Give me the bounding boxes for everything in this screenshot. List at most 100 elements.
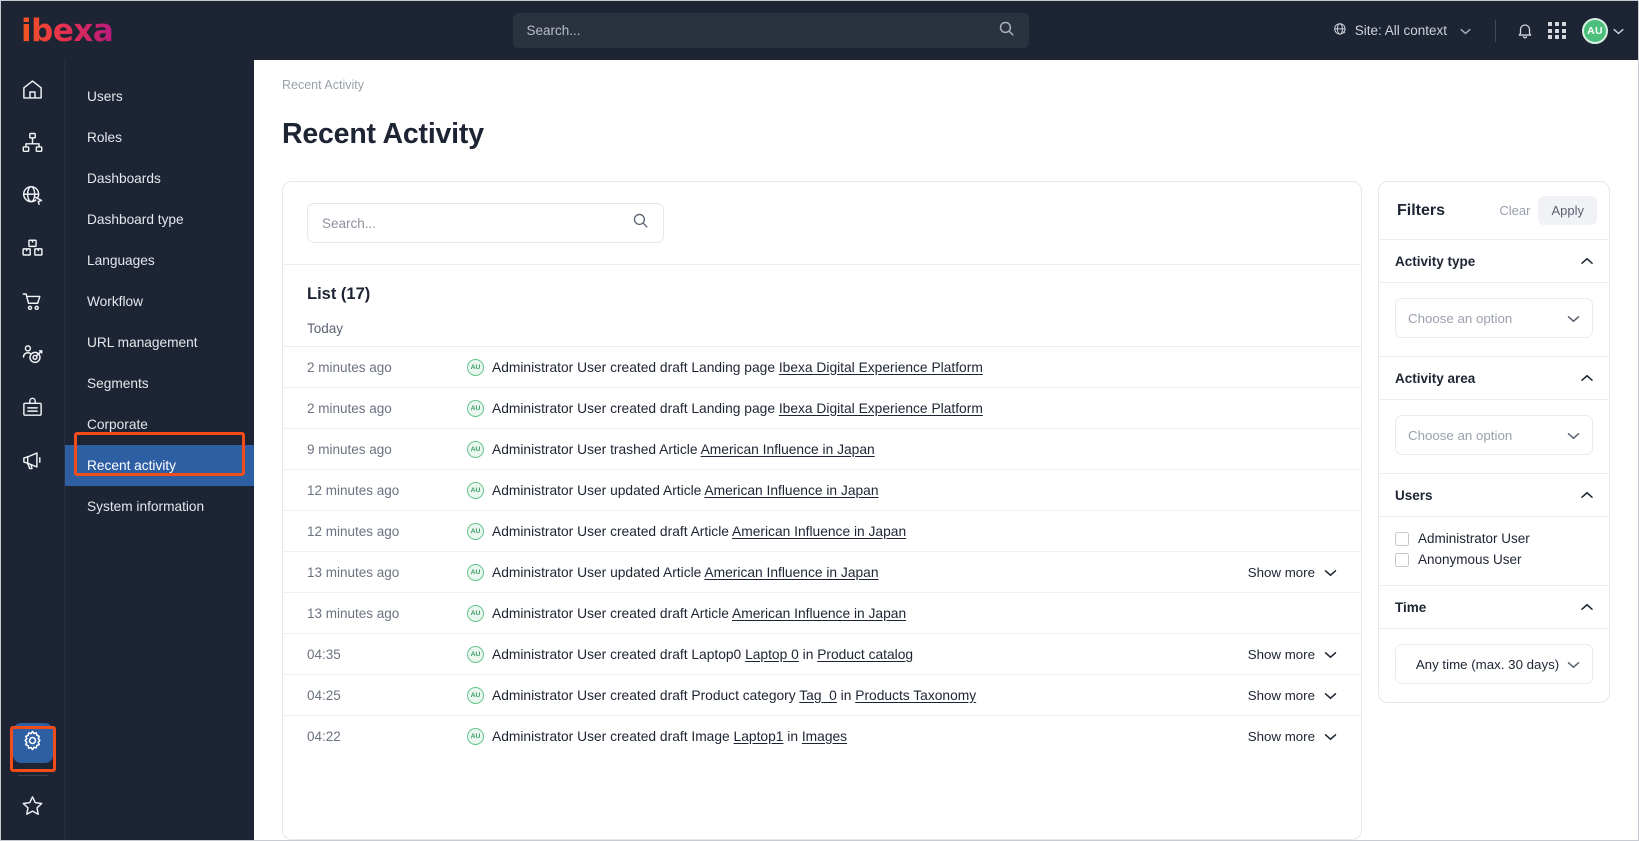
activity-link-secondary[interactable]: Products Taxonomy xyxy=(855,688,976,703)
subnav-item-recent-activity[interactable]: Recent activity xyxy=(65,445,254,486)
subnav-item-7[interactable]: Segments xyxy=(65,363,254,404)
activity-link-primary[interactable]: American Influence in Japan xyxy=(704,483,878,498)
sidebar-item-campaigns[interactable] xyxy=(13,443,53,483)
show-more-button[interactable]: Show more xyxy=(1232,647,1337,662)
time-range-select[interactable]: Any time (max. 30 days) xyxy=(1395,644,1593,684)
subnav-item-5[interactable]: Workflow xyxy=(65,281,254,322)
sitemap-icon xyxy=(21,131,44,159)
settings-gear-icon xyxy=(21,729,44,757)
clear-filters-button[interactable]: Clear xyxy=(1499,203,1530,218)
checkbox-icon[interactable] xyxy=(1395,552,1409,567)
sidebar-item-bookmarks[interactable] xyxy=(13,788,53,828)
activity-search-input[interactable]: Search... xyxy=(307,203,664,243)
table-row: 04:35 AU Administrator User created draft … xyxy=(283,633,1361,674)
activity-text: Administrator User created draft Laptop0 xyxy=(492,646,746,662)
brand-logo[interactable]: ibexa xyxy=(1,13,253,49)
activity-link-primary[interactable]: American Influence in Japan xyxy=(732,524,906,539)
activity-description: Administrator User updated Article Ameri… xyxy=(492,483,1337,498)
logo-text: ibexa xyxy=(21,12,114,49)
activity-link-primary[interactable]: Tag_0 xyxy=(799,688,837,703)
user-checkbox-administrator-user[interactable]: Administrator User xyxy=(1395,531,1593,546)
chevron-down-icon xyxy=(1460,23,1471,38)
activity-link-primary[interactable]: American Influence in Japan xyxy=(704,565,878,580)
subnav-item-6[interactable]: URL management xyxy=(65,322,254,363)
filters-title: Filters xyxy=(1397,201,1446,219)
activity-link-primary[interactable]: Ibexa Digital Experience Platform xyxy=(779,401,983,416)
show-more-button[interactable]: Show more xyxy=(1232,688,1337,703)
show-more-button[interactable]: Show more xyxy=(1232,565,1337,580)
activity-description: Administrator User updated Article Ameri… xyxy=(492,565,1232,580)
show-more-button[interactable]: Show more xyxy=(1232,729,1337,744)
sidebar-item-admin[interactable] xyxy=(12,723,53,763)
table-row: 9 minutes ago AU Administrator User trashe… xyxy=(283,428,1361,469)
activity-text: Administrator User trashed Article xyxy=(492,441,701,457)
subnav-item-1[interactable]: Roles xyxy=(65,117,254,158)
sidebar-item-customers[interactable] xyxy=(13,390,53,430)
avatar: AU xyxy=(1582,17,1608,44)
chevron-down-icon xyxy=(1324,647,1337,662)
sidebar-item-home[interactable] xyxy=(13,72,53,112)
chevron-down-icon xyxy=(1613,22,1624,40)
user-menu[interactable]: AU xyxy=(1582,17,1624,44)
activity-type-select[interactable]: Choose an option xyxy=(1395,298,1593,338)
apply-filters-button[interactable]: Apply xyxy=(1538,196,1597,225)
activity-text: Administrator User created draft Product… xyxy=(492,687,800,703)
activity-time: 2 minutes ago xyxy=(307,400,392,416)
subnav-item-8[interactable]: Corporate xyxy=(65,404,254,445)
filter-section-header-users[interactable]: Users xyxy=(1379,474,1609,517)
list-heading: List (17) xyxy=(307,285,371,303)
global-search-input[interactable]: Search... xyxy=(512,13,1029,48)
filter-section-header-time[interactable]: Time xyxy=(1379,586,1609,629)
activity-link-primary[interactable]: Laptop1 xyxy=(734,729,784,744)
activity-link-secondary[interactable]: Product catalog xyxy=(817,647,913,662)
table-row: 04:25 AU Administrator User created draft … xyxy=(283,674,1361,715)
activity-link-primary[interactable]: Ibexa Digital Experience Platform xyxy=(779,360,983,375)
activity-description: Administrator User created draft Article… xyxy=(492,606,1337,621)
checkbox-icon[interactable] xyxy=(1395,531,1409,546)
sidebar-item-products[interactable] xyxy=(13,231,53,271)
global-search-container: Search... xyxy=(253,13,1288,48)
activity-description: Administrator User created draft Laptop0… xyxy=(492,647,1232,662)
search-icon[interactable] xyxy=(632,212,649,234)
activity-link-primary[interactable]: American Influence in Japan xyxy=(732,606,906,621)
application-window: ibexa Search... Site: All context AU Use… xyxy=(0,0,1639,841)
notifications-button[interactable] xyxy=(1509,15,1541,47)
chevron-up-icon xyxy=(1581,252,1593,270)
activity-description: Administrator User trashed Article Ameri… xyxy=(492,442,1337,457)
site-context-selector[interactable]: Site: All context xyxy=(1325,17,1479,45)
user-checkbox-anonymous-user[interactable]: Anonymous User xyxy=(1395,552,1593,567)
subnav-item-10[interactable]: System information xyxy=(65,486,254,527)
sidebar-item-content-structure[interactable] xyxy=(13,125,53,165)
activity-time: 13 minutes ago xyxy=(307,605,400,621)
activity-area-select[interactable]: Choose an option xyxy=(1395,415,1593,455)
boxes-icon xyxy=(21,237,44,265)
activity-list-card: Search... List (17) Today 2 minutes ago A… xyxy=(282,181,1362,840)
filter-section-header-activity-type[interactable]: Activity type xyxy=(1379,240,1609,283)
table-row: 13 minutes ago AU Administrator User creat… xyxy=(283,592,1361,633)
megaphone-icon xyxy=(21,449,44,477)
sidebar-item-commerce[interactable] xyxy=(13,284,53,324)
filters-panel: Filters Clear Apply Activity type Choose xyxy=(1378,181,1610,703)
main-content: Recent Activity Recent Activity Search..… xyxy=(254,60,1638,840)
chevron-down-icon xyxy=(1324,729,1337,744)
subnav-item-3[interactable]: Dashboard type xyxy=(65,199,254,240)
filter-section-title: Activity type xyxy=(1395,253,1476,269)
subnav-label: Recent activity xyxy=(87,458,177,473)
chevron-up-icon xyxy=(1581,598,1593,616)
apps-grid-button[interactable] xyxy=(1541,15,1573,47)
activity-link-primary[interactable]: Laptop 0 xyxy=(745,647,799,662)
show-more-label: Show more xyxy=(1247,646,1315,662)
subnav-item-2[interactable]: Dashboards xyxy=(65,158,254,199)
subnav-item-4[interactable]: Languages xyxy=(65,240,254,281)
filter-section-header-activity-area[interactable]: Activity area xyxy=(1379,357,1609,400)
activity-avatar: AU xyxy=(467,645,484,663)
sidebar-item-site-preview[interactable] xyxy=(13,178,53,218)
sidebar-item-personalization[interactable] xyxy=(13,337,53,377)
home-icon xyxy=(21,78,44,106)
activity-text-mid: in xyxy=(798,646,818,662)
subnav-item-0[interactable]: Users xyxy=(65,76,254,117)
activity-link-secondary[interactable]: Images xyxy=(802,729,847,744)
search-icon[interactable] xyxy=(998,20,1015,42)
activity-time: 04:25 xyxy=(307,687,341,703)
activity-link-primary[interactable]: American Influence in Japan xyxy=(701,442,875,457)
